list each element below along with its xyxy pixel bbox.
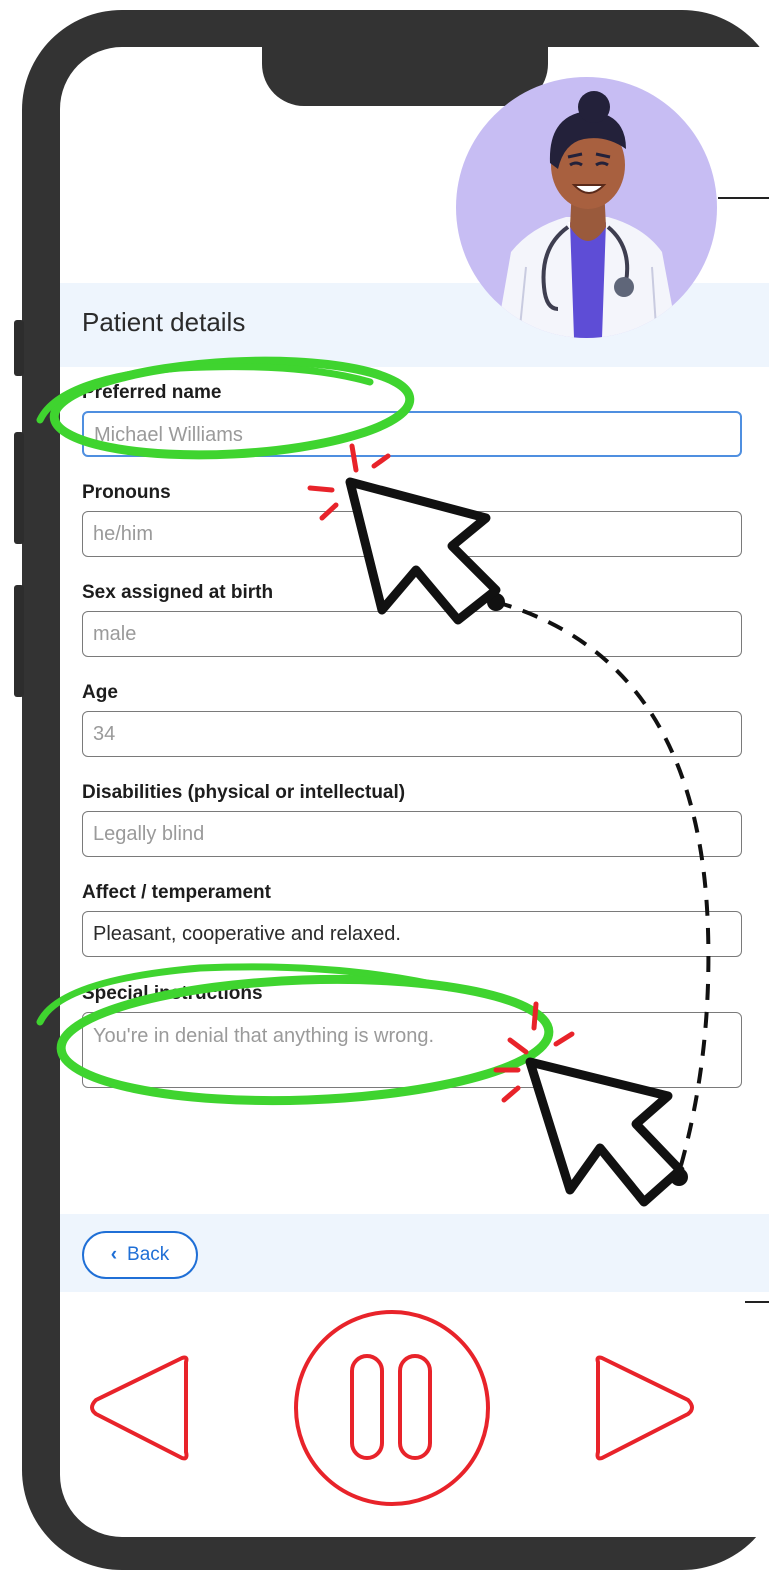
page-title: Patient details — [82, 307, 246, 337]
sex-at-birth-label: Sex assigned at birth — [82, 582, 274, 603]
sex-at-birth-input[interactable]: male — [82, 611, 742, 657]
preferred-name-label: Preferred name — [82, 382, 222, 403]
back-button-label: Back — [127, 1244, 170, 1265]
doctor-avatar — [456, 77, 717, 338]
back-button[interactable]: ‹ Back — [82, 1231, 198, 1279]
disabilities-input[interactable]: Legally blind — [82, 811, 742, 857]
disabilities-label: Disabilities (physical or intellectual) — [82, 782, 406, 803]
phone-notch — [262, 40, 548, 106]
phone-side-button — [14, 320, 24, 376]
age-input[interactable]: 34 — [82, 711, 742, 757]
special-instructions-input[interactable]: You're in denial that anything is wrong. — [82, 1012, 742, 1088]
preferred-name-input[interactable]: Michael Williams — [82, 411, 742, 457]
age-label: Age — [82, 682, 118, 703]
pronouns-input[interactable]: he/him — [82, 511, 742, 557]
special-instructions-label: Special instructions — [82, 983, 263, 1004]
phone-side-button — [14, 432, 24, 544]
affect-label: Affect / temperament — [82, 882, 271, 903]
chevron-left-icon: ‹ — [110, 1244, 118, 1265]
affect-input[interactable]: Pleasant, cooperative and relaxed. — [82, 911, 742, 957]
phone-side-button — [14, 585, 24, 697]
pronouns-label: Pronouns — [82, 482, 171, 503]
